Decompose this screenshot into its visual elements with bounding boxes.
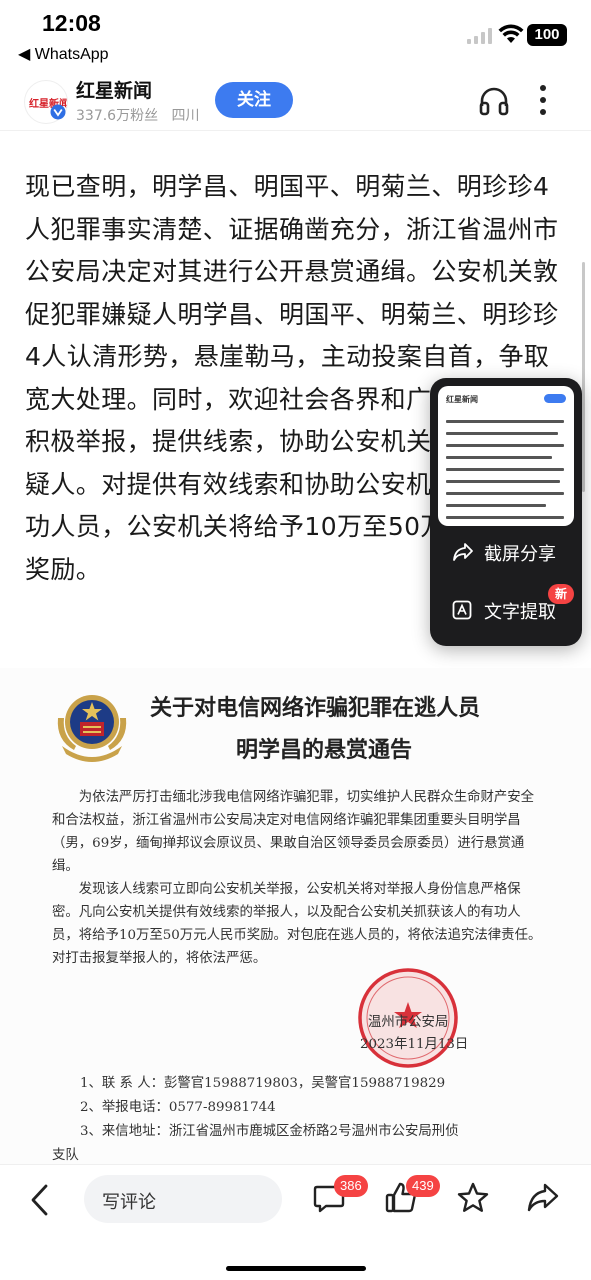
reward-notice-image: 关于对电信网络诈骗犯罪在逃人员 明学昌的悬赏通告 为依法严厉打击缅北涉我电信网络… <box>0 668 591 1164</box>
screenshot-share-label: 截屏分享 <box>484 544 556 565</box>
notice-body: 为依法严厉打击缅北涉我电信网络诈骗犯罪，切实维护人民群众生命财产安全和合法权益，… <box>52 786 546 970</box>
thumbnail-text-line <box>446 420 564 423</box>
thumbnail-text-line <box>446 468 564 471</box>
home-indicator[interactable] <box>226 1266 366 1271</box>
comment-input[interactable]: 写评论 <box>84 1175 282 1223</box>
status-time: 12:08 <box>42 10 101 36</box>
thumbnail-text-line <box>446 492 564 495</box>
article-header: 红星新闻 红星新闻 337.6万粉丝 四川 关注 <box>0 74 591 130</box>
account-meta: 337.6万粉丝 四川 <box>76 105 199 125</box>
account-name[interactable]: 红星新闻 <box>76 76 152 103</box>
cellular-signal-icon <box>467 28 493 48</box>
notice-title-line1: 关于对电信网络诈骗犯罪在逃人员 <box>150 695 481 721</box>
comment-placeholder: 写评论 <box>102 1192 156 1213</box>
account-region: 四川 <box>171 108 200 124</box>
notice-title-line2: 明学昌的悬赏通告 <box>236 737 413 763</box>
police-emblem-icon <box>52 688 132 764</box>
follow-button[interactable]: 关注 <box>215 82 293 118</box>
follower-count: 337.6万粉丝 <box>76 108 159 124</box>
header-divider <box>0 130 591 131</box>
favorite-star-icon[interactable] <box>456 1181 490 1219</box>
share-arrow-icon <box>452 542 474 566</box>
battery-indicator: 100 <box>527 24 567 46</box>
notice-paragraph-2: 发现该人线索可立即向公安机关举报，公安机关将对举报人身份信息严格保密。凡向公安机… <box>52 882 542 966</box>
like-count-badge: 439 <box>406 1175 440 1197</box>
notice-issuer: 温州市公安局 <box>368 1015 449 1030</box>
screenshot-share-button[interactable]: 截屏分享 <box>430 530 582 574</box>
headphone-icon[interactable] <box>478 86 510 120</box>
share-icon[interactable] <box>526 1181 560 1219</box>
back-button[interactable] <box>28 1183 52 1221</box>
text-recognition-icon <box>452 600 472 624</box>
notice-contacts: 1、联 系 人：彭警官15988719803，吴警官15988719829 2、… <box>52 1072 546 1168</box>
thumbnail-follow-pill <box>544 394 566 403</box>
wifi-icon <box>498 24 524 48</box>
screenshot-thumbnail[interactable]: 红星新闻 <box>438 386 574 526</box>
notice-date: 2023年11月13日 <box>360 1037 469 1052</box>
status-bar: 12:08 100 <box>0 0 591 46</box>
thumbnail-text-line <box>446 504 546 507</box>
contact-line: 2、举报电话：0577-89981744 <box>80 1100 276 1115</box>
back-to-whatsapp-link[interactable]: ◀ WhatsApp <box>18 44 109 64</box>
comment-count-badge: 386 <box>334 1175 368 1197</box>
contact-line: 3、来信地址：浙江省温州市鹿城区金桥路2号温州市公安局刑侦 <box>80 1124 459 1139</box>
thumbnail-text-line <box>446 432 558 435</box>
screenshot-popup: 红星新闻 截屏分享 文字提取 <box>430 378 582 646</box>
thumbnail-text-line <box>446 516 564 519</box>
more-options-icon[interactable] <box>539 84 547 120</box>
thumbnail-text-line <box>446 456 552 459</box>
text-extract-label: 文字提取 <box>484 602 556 623</box>
notice-paragraph-1: 为依法严厉打击缅北涉我电信网络诈骗犯罪，切实维护人民群众生命财产安全和合法权益，… <box>52 790 535 874</box>
verified-badge-icon <box>50 104 66 124</box>
thumbnail-title: 红星新闻 <box>446 395 478 404</box>
new-badge: 新 <box>548 584 574 604</box>
scrollbar[interactable] <box>582 262 585 492</box>
thumbnail-text-line <box>446 480 560 483</box>
thumbnail-text-line <box>446 444 564 447</box>
bottom-action-bar: 写评论 386 439 <box>0 1164 591 1280</box>
contact-line: 1、联 系 人：彭警官15988719803，吴警官15988719829 <box>80 1076 446 1091</box>
